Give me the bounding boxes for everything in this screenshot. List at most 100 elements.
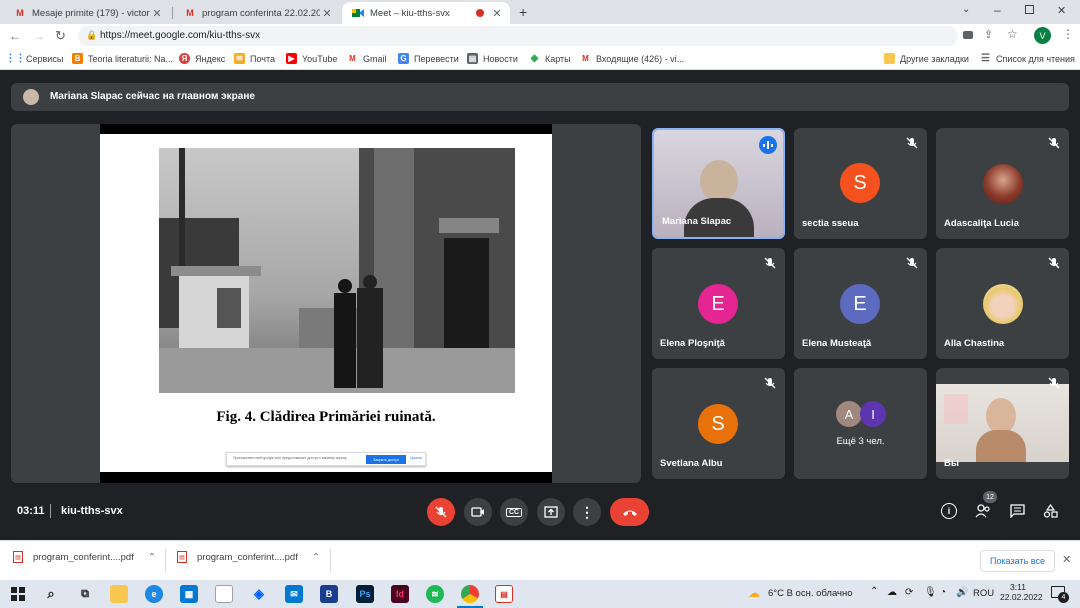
participant-tile[interactable]: S Svetlana Albu [652,368,785,479]
bookmark-yandex[interactable]: Я Яндекс [179,53,225,64]
activities-button[interactable] [1043,503,1058,523]
mic-off-button[interactable] [427,498,455,526]
task-view-icon[interactable]: ⧉ [76,585,94,603]
search-icon[interactable]: ⌕ [42,585,60,603]
bookmark-star-icon[interactable]: ☆ [1007,27,1018,41]
chevron-up-icon[interactable]: ⌃ [870,586,878,597]
bookmark-inbox[interactable]: M Входящие (426) - vi... [580,53,684,64]
captions-button[interactable]: CC [500,498,528,526]
close-window-button[interactable]: ✕ [1057,4,1066,17]
language-indicator[interactable]: ROU [973,588,994,599]
menu-kebab-icon[interactable]: ⋮ [1062,27,1074,41]
leave-call-button[interactable] [610,498,649,526]
mail-icon: ✉ [234,53,245,64]
clock[interactable]: 3:11 22.02.2022 [1000,582,1043,602]
background-poster [944,394,968,424]
meet-call-area: Mariana Slapac сейчас на главном экране [0,70,1080,540]
file-explorer-icon[interactable] [110,585,128,603]
more-options-button[interactable]: ⋮ [573,498,601,526]
participant-name: Svetlana Albu [660,458,723,469]
download-item[interactable]: ▤ program_conferint....pdf ⌃ [13,551,156,563]
indesign-icon[interactable]: Id [391,585,409,603]
minimize-button[interactable]: – [994,3,1001,17]
participant-tile[interactable]: Adascaliţa Lucia [936,128,1069,239]
bookmark-youtube[interactable]: ▶ YouTube [286,53,337,64]
dropbox-icon[interactable]: ◈ [250,585,268,603]
participant-tile[interactable]: E Elena Ploşniţă [652,248,785,359]
windows-start-icon[interactable] [9,585,27,603]
close-tab-icon[interactable]: ✕ [490,7,504,20]
new-tab-button[interactable]: + [519,4,527,20]
tab-gmail-inbox[interactable]: M Mesaje primite (179) - victoriaro ✕ [4,2,170,24]
weather-text[interactable]: 6°C В осн. облачно [768,588,853,599]
participant-tile[interactable]: E Elena Musteaţă [794,248,927,359]
participant-avatar: E [840,284,880,324]
shared-screen-frame: Fig. 4. Clădirea Primăriei ruinată. Прил… [100,124,552,483]
mail-icon[interactable]: ✉ [285,585,303,603]
reload-icon[interactable]: ↻ [55,28,66,44]
tab-meet[interactable]: Meet – kiu-tths-svx ✕ [342,2,510,24]
profile-avatar[interactable]: V [1034,27,1051,44]
participant-tile[interactable]: Mariana Slapac [652,128,785,239]
people-button[interactable]: 12 [975,491,997,523]
pdf-file-icon: ▤ [13,551,23,563]
present-button[interactable] [537,498,565,526]
meeting-details-icon[interactable]: i [941,503,957,519]
participant-tile[interactable]: S sectia sseua [794,128,927,239]
participant-photo [983,164,1023,204]
more-participants-tile[interactable]: A I Ещё 3 чел. [794,368,927,479]
bookmark-pochta[interactable]: ✉ Почта [234,53,275,64]
tab-gmail-program[interactable]: M program conferinta 22.02.2022 - ✕ [174,2,340,24]
slide-caption: Fig. 4. Clădirea Primăriei ruinată. [216,409,436,425]
photoshop-icon[interactable]: Ps [356,585,374,603]
network-icon[interactable]: ◔ [940,587,946,598]
bookmark-translate[interactable]: G Перевести [398,53,459,64]
chevron-up-icon[interactable]: ⌃ [312,552,320,563]
lock-icon: 🔒 [86,30,98,40]
bookmark-gmail[interactable]: M Gmail [347,53,386,64]
back-icon[interactable]: ← [9,29,21,43]
app-window-icon[interactable] [215,585,233,603]
notifications-icon[interactable]: 4 [1051,586,1069,603]
bookmark-other-folder[interactable]: Другие закладки [884,53,969,64]
show-all-downloads-button[interactable]: Показать все [980,550,1055,572]
share-icon[interactable]: ⇪ [984,28,993,41]
mic-off-icon [1048,257,1060,269]
camera-in-use-icon[interactable] [963,31,973,39]
bookmark-news[interactable]: ▤ Новости [467,53,518,64]
bookmark-maps[interactable]: ◆ Карты [529,53,571,64]
forward-icon[interactable]: → [33,29,45,43]
store-icon[interactable]: ▦ [180,585,198,603]
gmail-icon: M [349,54,356,63]
folder-icon [884,53,895,64]
bookmark-teoria[interactable]: B Teoria literaturii: Na... [72,53,173,64]
stop-sharing-button[interactable]: Закрыть доступ [366,455,406,464]
participant-tile[interactable]: Alla Chastina [936,248,1069,359]
hide-notice-button[interactable]: Скрыть [410,456,422,460]
chat-button[interactable] [1010,504,1025,523]
camera-button[interactable] [464,498,492,526]
bookmark-apps[interactable]: ⋮⋮ Сервисы [6,53,64,64]
self-view-tile[interactable]: Вы [936,368,1069,479]
microphone-icon[interactable]: 🎙 [924,587,937,598]
tab-search-chevron-icon[interactable]: ⌄ [962,4,970,15]
slide-photo [159,148,515,393]
edge-icon[interactable]: e [145,585,163,603]
sync-icon[interactable]: ⟳ [905,587,913,598]
participant-name: Mariana Slapac [662,216,732,227]
maximize-button[interactable] [1025,5,1034,14]
spotify-icon[interactable]: ≋ [426,585,444,603]
close-downloads-icon[interactable]: ✕ [1062,553,1071,566]
url-field[interactable]: 🔒 https://meet.google.com/kiu-tths-svx [78,26,958,46]
close-tab-icon[interactable]: ✕ [320,7,334,20]
chrome-icon[interactable] [461,585,479,603]
chevron-up-icon[interactable]: ⌃ [148,552,156,563]
pdf-app-icon[interactable]: ▤ [495,585,513,603]
close-tab-icon[interactable]: ✕ [150,7,164,20]
b-app-icon[interactable]: B [320,585,338,603]
download-item[interactable]: ▤ program_conferint....pdf ⌃ [177,551,320,563]
cloud-icon[interactable]: ☁ [887,587,897,598]
captions-icon: CC [505,507,523,517]
volume-icon[interactable]: 🔊 [956,587,968,598]
reading-list[interactable]: ☰ Список для чтения [980,53,1075,64]
